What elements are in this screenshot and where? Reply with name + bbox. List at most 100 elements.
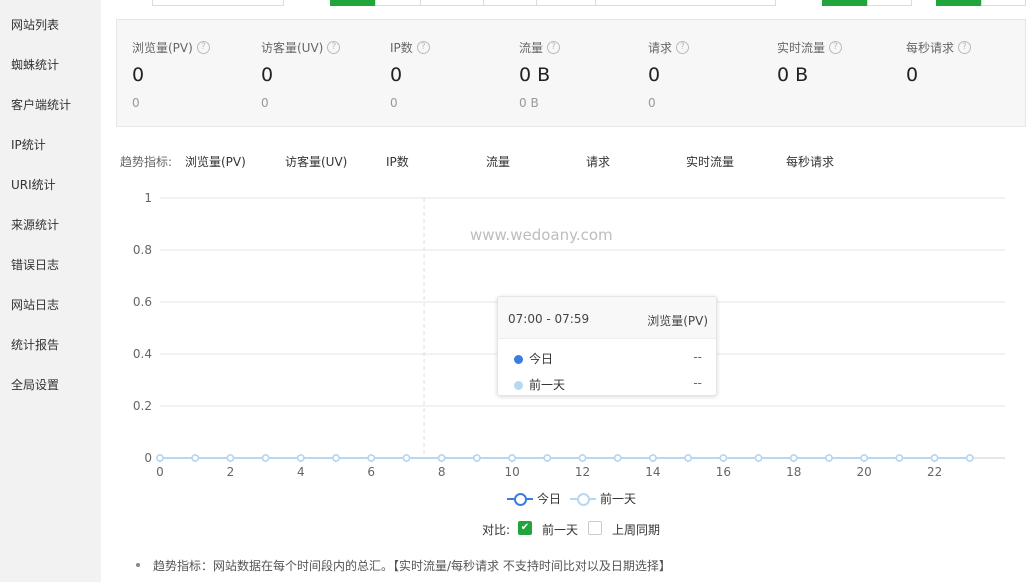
stat-traffic: 流量? 0 B 0 B: [504, 20, 632, 126]
legend-label: 今日: [537, 492, 562, 506]
mode-toggle[interactable]: [981, 0, 1026, 6]
stat-requests-per-second: 每秒请求? 0: [891, 20, 1019, 126]
tooltip-series-name: 前一天: [529, 378, 566, 392]
stat-sub-value: 0: [132, 96, 140, 110]
stat-uv: 访客量(UV)? 0 0: [246, 20, 374, 126]
mode-toggle-active[interactable]: [936, 0, 982, 6]
x-tick-label: 2: [227, 465, 235, 479]
view-toggle[interactable]: [867, 0, 912, 6]
help-icon[interactable]: ?: [829, 41, 843, 54]
trend-tab-uv[interactable]: 访客量(UV): [285, 153, 347, 170]
x-tick-label: 20: [857, 465, 872, 479]
sidebar-item-uri-stats[interactable]: URI统计: [11, 176, 56, 193]
tooltip-time: 07:00 - 07:59: [508, 312, 590, 326]
trend-tab-traffic[interactable]: 流量: [486, 153, 510, 170]
y-tick-label: 0.2: [133, 399, 152, 413]
legend-label: 前一天: [600, 492, 637, 506]
view-toggle-active[interactable]: [822, 0, 868, 6]
legend-item-today[interactable]: 今日: [507, 490, 561, 507]
x-tick-label: 0: [156, 465, 164, 479]
y-tick-label: 1: [144, 191, 152, 205]
compare-label: 对比:: [482, 523, 511, 537]
data-point: [156, 454, 164, 462]
data-point: [790, 454, 798, 462]
date-range-button[interactable]: [375, 0, 421, 6]
date-picker-input[interactable]: [152, 0, 284, 6]
sidebar-item-spider-stats[interactable]: 蜘蛛统计: [11, 56, 59, 73]
date-range-button[interactable]: [483, 0, 537, 6]
line-marker-icon: [507, 492, 533, 506]
x-tick-label: 18: [786, 465, 801, 479]
stat-value: 0: [648, 64, 661, 86]
tooltip-row-today: 今日 --: [514, 350, 702, 367]
stat-sub-value: 0: [390, 96, 398, 110]
sidebar-item-error-log[interactable]: 错误日志: [11, 256, 59, 273]
trend-note: 趋势指标：网站数据在每个时间段内的总汇。【实时流量/每秒请求 不支持时间比对以及…: [153, 559, 671, 573]
data-point: [613, 454, 622, 462]
x-tick-label: 14: [645, 465, 660, 479]
stat-sub-value: 0: [261, 96, 269, 110]
stat-value: 0: [906, 64, 919, 86]
sidebar-item-stats-report[interactable]: 统计报告: [11, 336, 59, 353]
series-dot-icon: [514, 381, 523, 390]
date-range-button[interactable]: [420, 0, 484, 6]
data-point: [649, 454, 657, 462]
data-point: [437, 454, 446, 462]
chart-tooltip: 07:00 - 07:59 浏览量(PV) 今日 -- 前一天 --: [497, 296, 717, 396]
stat-label: 实时流量: [777, 41, 826, 55]
date-range-button-active[interactable]: [330, 0, 376, 6]
data-point: [895, 454, 904, 462]
stat-ip: IP数? 0 0: [375, 20, 503, 126]
x-tick-label: 16: [716, 465, 731, 479]
help-icon[interactable]: ?: [327, 41, 341, 54]
stat-value: 0: [132, 64, 145, 86]
sidebar-item-source-stats[interactable]: 来源统计: [11, 216, 59, 233]
sidebar-item-site-list[interactable]: 网站列表: [11, 16, 59, 33]
compare-last-week-checkbox[interactable]: [588, 521, 602, 535]
data-point: [684, 454, 692, 462]
y-tick-label: 0.6: [133, 295, 152, 309]
y-tick-label: 0: [144, 451, 152, 465]
data-point: [578, 454, 587, 462]
stats-panel: 浏览量(PV)? 0 0 访客量(UV)? 0 0 IP数? 0 0 流量? 0…: [116, 19, 1026, 127]
sidebar-item-site-log[interactable]: 网站日志: [11, 296, 59, 313]
help-icon[interactable]: ?: [547, 41, 561, 54]
stat-label: 浏览量(PV): [132, 41, 193, 55]
tooltip-series-name: 今日: [529, 352, 554, 366]
data-point: [860, 454, 868, 462]
help-icon[interactable]: ?: [676, 41, 690, 54]
sidebar-item-global-settings[interactable]: 全局设置: [11, 376, 59, 393]
trend-tab-pv[interactable]: 浏览量(PV): [185, 153, 246, 170]
trend-tab-ip[interactable]: IP数: [386, 153, 409, 170]
legend-item-previous-day[interactable]: 前一天: [570, 490, 636, 507]
compare-previous-day-checkbox[interactable]: ✔: [518, 521, 532, 535]
y-tick-label: 0.4: [133, 347, 152, 361]
data-point: [261, 454, 270, 462]
compare-last-week-label[interactable]: 上周同期: [612, 521, 660, 538]
stat-value: 0 B: [777, 64, 809, 86]
series-dot-icon: [514, 355, 523, 364]
compare-previous-day-label[interactable]: 前一天: [542, 521, 578, 538]
data-point: [367, 454, 375, 462]
tooltip-series-value: --: [693, 376, 702, 390]
trend-label: 趋势指标:: [120, 155, 173, 169]
data-point: [191, 454, 199, 462]
trend-tab-realtime-traffic[interactable]: 实时流量: [686, 153, 734, 170]
sidebar-item-ip-stats[interactable]: IP统计: [11, 136, 46, 153]
help-icon[interactable]: ?: [416, 41, 430, 54]
trend-tab-requests-per-second[interactable]: 每秒请求: [786, 153, 834, 170]
date-range-button[interactable]: [536, 0, 596, 6]
date-range-input[interactable]: [595, 0, 776, 6]
stat-sub-value: 0 B: [519, 96, 539, 110]
x-tick-label: 8: [438, 465, 446, 479]
stat-label: 每秒请求: [906, 41, 955, 55]
stat-sub-value: 0: [648, 96, 656, 110]
trend-tab-requests[interactable]: 请求: [586, 153, 610, 170]
sidebar-item-client-stats[interactable]: 客户端统计: [11, 96, 71, 113]
help-icon[interactable]: ?: [958, 41, 972, 54]
stat-pv: 浏览量(PV)? 0 0: [117, 20, 245, 126]
data-point: [966, 454, 974, 462]
help-icon[interactable]: ?: [196, 41, 210, 54]
data-point: [508, 454, 516, 462]
data-point: [719, 454, 728, 462]
